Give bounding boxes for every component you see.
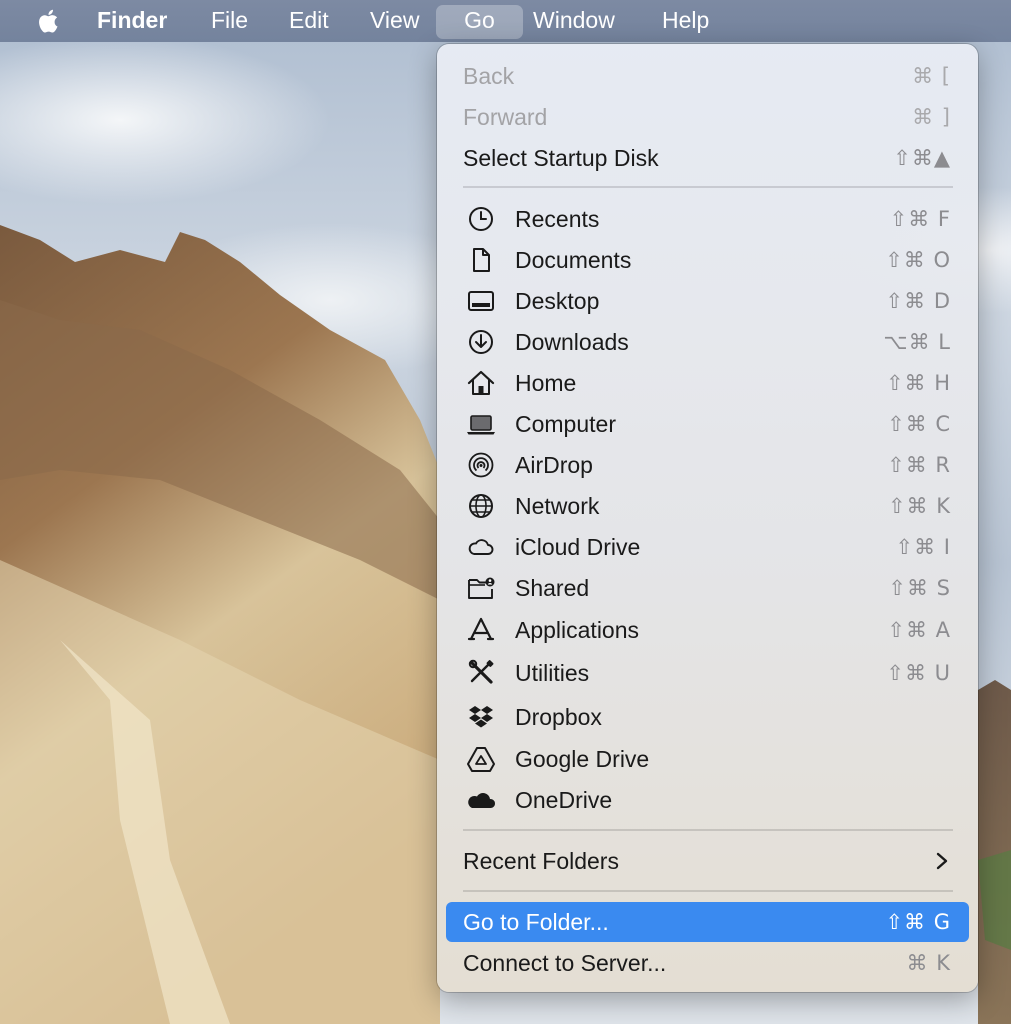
shortcut-label: ⇧⌘ K bbox=[887, 494, 951, 518]
menu-item-applications[interactable]: Applications ⇧⌘ A bbox=[446, 610, 969, 650]
menu-view[interactable]: View bbox=[356, 5, 433, 39]
menu-item-label: Desktop bbox=[515, 288, 600, 314]
google-drive-icon bbox=[467, 747, 495, 772]
desktop-icon bbox=[468, 291, 494, 311]
globe-icon bbox=[469, 494, 493, 518]
shortcut-label: ⌘ ] bbox=[912, 105, 951, 129]
menu-edit[interactable]: Edit bbox=[275, 5, 343, 39]
shortcut-label: ⇧⌘ R bbox=[887, 453, 951, 477]
menu-item-recents[interactable]: Recents ⇧⌘ F bbox=[446, 199, 969, 239]
menu-separator bbox=[463, 829, 953, 831]
clock-icon bbox=[469, 207, 493, 231]
menu-item-label: Select Startup Disk bbox=[463, 145, 659, 171]
menu-item-label: OneDrive bbox=[515, 787, 613, 813]
shortcut-label: ⌘ [ bbox=[912, 64, 951, 88]
menu-item-onedrive[interactable]: OneDrive bbox=[446, 780, 969, 820]
shared-folder-icon bbox=[468, 577, 495, 599]
menu-item-google-drive[interactable]: Google Drive bbox=[446, 739, 969, 779]
laptop-icon bbox=[467, 415, 495, 435]
menu-item-label: AirDrop bbox=[515, 452, 593, 478]
shortcut-label: ⇧⌘ G bbox=[885, 910, 951, 934]
menu-item-label: Documents bbox=[515, 247, 632, 273]
menu-item-back[interactable]: Back ⌘ [ bbox=[446, 56, 969, 96]
menu-item-home[interactable]: Home ⇧⌘ H bbox=[446, 363, 969, 403]
menu-item-computer[interactable]: Computer ⇧⌘ C bbox=[446, 404, 969, 444]
shortcut-label: ⇧⌘ H bbox=[885, 371, 951, 395]
menu-go[interactable]: Go bbox=[436, 5, 523, 39]
menu-item-airdrop[interactable]: AirDrop ⇧⌘ R bbox=[446, 445, 969, 485]
apple-logo-icon[interactable] bbox=[34, 6, 64, 36]
chevron-right-icon bbox=[936, 852, 948, 870]
menu-item-icloud-drive[interactable]: iCloud Drive ⇧⌘ I bbox=[446, 527, 969, 567]
menu-item-desktop[interactable]: Desktop ⇧⌘ D bbox=[446, 281, 969, 321]
shortcut-label: ⇧⌘ F bbox=[889, 207, 951, 231]
menu-item-label: Network bbox=[515, 493, 600, 519]
menu-item-label: Downloads bbox=[515, 329, 629, 355]
menu-item-shared[interactable]: Shared ⇧⌘ S bbox=[446, 568, 969, 608]
shortcut-label: ⇧⌘ U bbox=[886, 661, 951, 685]
go-menu-dropdown: Back ⌘ [ Forward ⌘ ] Select Startup Disk… bbox=[437, 44, 978, 992]
home-icon bbox=[467, 370, 495, 395]
menu-item-network[interactable]: Network ⇧⌘ K bbox=[446, 486, 969, 526]
shortcut-label: ⇧⌘ O bbox=[885, 248, 951, 272]
shortcut-label: ⇧⌘ S bbox=[888, 576, 951, 600]
dropbox-icon bbox=[469, 706, 493, 728]
menu-item-forward[interactable]: Forward ⌘ ] bbox=[446, 97, 969, 137]
onedrive-icon bbox=[468, 792, 496, 808]
menu-item-label: iCloud Drive bbox=[515, 534, 641, 560]
shortcut-label: ⇧⌘▲ bbox=[893, 146, 951, 170]
menu-help[interactable]: Help bbox=[648, 5, 723, 39]
menu-item-label: Recents bbox=[515, 206, 600, 232]
menu-separator bbox=[463, 186, 953, 188]
menu-finder[interactable]: Finder bbox=[83, 5, 181, 39]
menu-item-label: Applications bbox=[515, 617, 640, 643]
menu-item-label: Home bbox=[515, 370, 577, 396]
menu-window[interactable]: Window bbox=[519, 5, 629, 39]
menu-item-recent-folders[interactable]: Recent Folders bbox=[446, 841, 969, 881]
menu-item-go-to-folder[interactable]: Go to Folder... ⇧⌘ G bbox=[446, 902, 969, 942]
shortcut-label: ⇧⌘ A bbox=[887, 618, 951, 642]
menu-item-label: Dropbox bbox=[515, 704, 602, 730]
airdrop-icon bbox=[468, 452, 494, 478]
menu-item-label: Recent Folders bbox=[463, 848, 619, 874]
menu-item-label: Google Drive bbox=[515, 746, 650, 772]
menu-separator bbox=[463, 890, 953, 892]
menu-bar: Finder File Edit View Go Window Help bbox=[0, 0, 1011, 42]
menu-item-label: Back bbox=[463, 63, 515, 89]
menu-item-downloads[interactable]: Downloads ⌥⌘ L bbox=[446, 322, 969, 362]
menu-item-label: Connect to Server... bbox=[463, 950, 667, 976]
menu-item-label: Utilities bbox=[515, 660, 590, 686]
menu-item-connect-to-server[interactable]: Connect to Server... ⌘ K bbox=[446, 943, 969, 983]
document-icon bbox=[473, 248, 490, 272]
menu-item-select-startup-disk[interactable]: Select Startup Disk ⇧⌘▲ bbox=[446, 138, 969, 178]
menu-item-label: Go to Folder... bbox=[463, 909, 609, 935]
shortcut-label: ⇧⌘ C bbox=[887, 412, 951, 436]
applications-icon bbox=[467, 617, 495, 641]
utilities-icon bbox=[468, 659, 494, 684]
menu-item-dropbox[interactable]: Dropbox bbox=[446, 697, 969, 737]
shortcut-label: ⌥⌘ L bbox=[883, 330, 951, 354]
menu-item-utilities[interactable]: Utilities ⇧⌘ U bbox=[446, 653, 969, 693]
menu-item-label: Shared bbox=[515, 575, 590, 601]
shortcut-label: ⇧⌘ D bbox=[885, 289, 951, 313]
shortcut-label: ⌘ K bbox=[906, 951, 951, 975]
cloud-icon bbox=[468, 539, 494, 555]
menu-item-label: Computer bbox=[515, 411, 616, 437]
menu-item-label: Forward bbox=[463, 104, 548, 130]
download-icon bbox=[469, 330, 493, 354]
shortcut-label: ⇧⌘ I bbox=[895, 535, 951, 559]
menu-file[interactable]: File bbox=[197, 5, 262, 39]
menu-item-documents[interactable]: Documents ⇧⌘ O bbox=[446, 240, 969, 280]
